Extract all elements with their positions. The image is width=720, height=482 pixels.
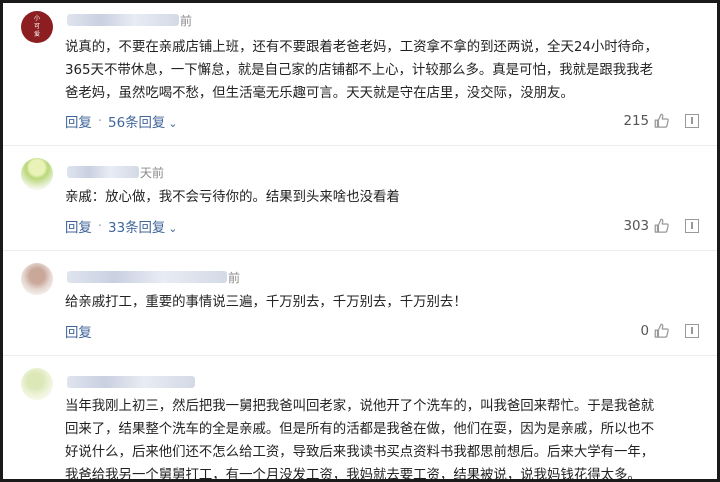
- report-icon[interactable]: [685, 219, 699, 233]
- comment-actions: 回复 0: [65, 321, 699, 341]
- comment-time: 前: [180, 13, 193, 28]
- comment-stats: 303: [623, 217, 699, 235]
- separator-dot: ·: [97, 113, 103, 129]
- thumbs-up-icon[interactable]: [653, 322, 671, 340]
- separator-dot: ·: [97, 218, 103, 234]
- avatar[interactable]: 小 可 爱: [21, 11, 53, 43]
- author-row: 天前: [67, 164, 164, 180]
- like-count: 303: [623, 218, 649, 234]
- author-name-blurred[interactable]: [67, 14, 179, 26]
- chevron-down-icon: ⌄: [168, 117, 178, 130]
- chevron-down-icon: ⌄: [168, 222, 178, 235]
- avatar[interactable]: [21, 158, 53, 190]
- comment-text: 说真的，不要在亲戚店铺上班，还有不要跟着老爸老妈，工资拿不拿的到还两说，全天24…: [65, 40, 658, 101]
- thumbs-up-icon[interactable]: [653, 112, 671, 130]
- view-replies-button[interactable]: 33条回复 ⌄: [108, 216, 177, 236]
- comment-text: 当年我刚上初三，然后把我一舅把我爸叫回老家，说他开了个洗车的，叫我爸回来帮忙。于…: [65, 399, 655, 482]
- comments-panel: 小 可 爱 前 说真的，不要在亲戚店铺上班，还有不要跟着老爸老妈，工资拿不拿的到…: [0, 0, 720, 482]
- report-icon[interactable]: [685, 114, 699, 128]
- author-row: 前: [67, 12, 192, 28]
- author-name-blurred[interactable]: [67, 166, 139, 178]
- avatar[interactable]: [21, 263, 53, 295]
- thumbs-up-icon[interactable]: [653, 217, 671, 235]
- comment-actions: 回复 · 33条回复 ⌄ 303: [65, 216, 699, 236]
- comment-item: 小 可 爱 前 说真的，不要在亲戚店铺上班，还有不要跟着老爸老妈，工资拿不拿的到…: [3, 3, 717, 145]
- reply-button[interactable]: 回复: [65, 321, 92, 341]
- comment-item: 当年我刚上初三，然后把我一舅把我爸叫回老家，说他开了个洗车的，叫我爸回来帮忙。于…: [3, 356, 717, 482]
- comment-stats: 215: [623, 112, 699, 130]
- reply-button[interactable]: 回复: [65, 216, 92, 236]
- like-count: 0: [640, 323, 649, 339]
- report-icon[interactable]: [685, 324, 699, 338]
- comment-stats: 0: [640, 322, 699, 340]
- comment-actions: 回复 · 56条回复 ⌄ 215: [65, 111, 699, 131]
- view-replies-button[interactable]: 56条回复 ⌄: [108, 111, 177, 131]
- author-row: [67, 374, 196, 390]
- comment-text: 给亲戚打工，重要的事情说三遍，千万别去，千万别去，千万别去！: [65, 295, 467, 310]
- comment-item: 前 给亲戚打工，重要的事情说三遍，千万别去，千万别去，千万别去！ 回复 0: [3, 251, 717, 355]
- author-name-blurred[interactable]: [67, 376, 195, 388]
- like-count: 215: [623, 113, 649, 129]
- comment-item: 天前 亲戚：放心做，我不会亏待你的。结果到头来啥也没看着 回复 · 33条回复 ⌄…: [3, 146, 717, 250]
- author-name-blurred[interactable]: [67, 271, 227, 283]
- author-row: 前: [67, 269, 240, 285]
- comment-text: 亲戚：放心做，我不会亏待你的。结果到头来啥也没看着: [65, 190, 400, 205]
- avatar[interactable]: [21, 368, 53, 400]
- reply-button[interactable]: 回复: [65, 111, 92, 131]
- comment-time: 天前: [140, 165, 165, 180]
- comment-time: 前: [228, 270, 241, 285]
